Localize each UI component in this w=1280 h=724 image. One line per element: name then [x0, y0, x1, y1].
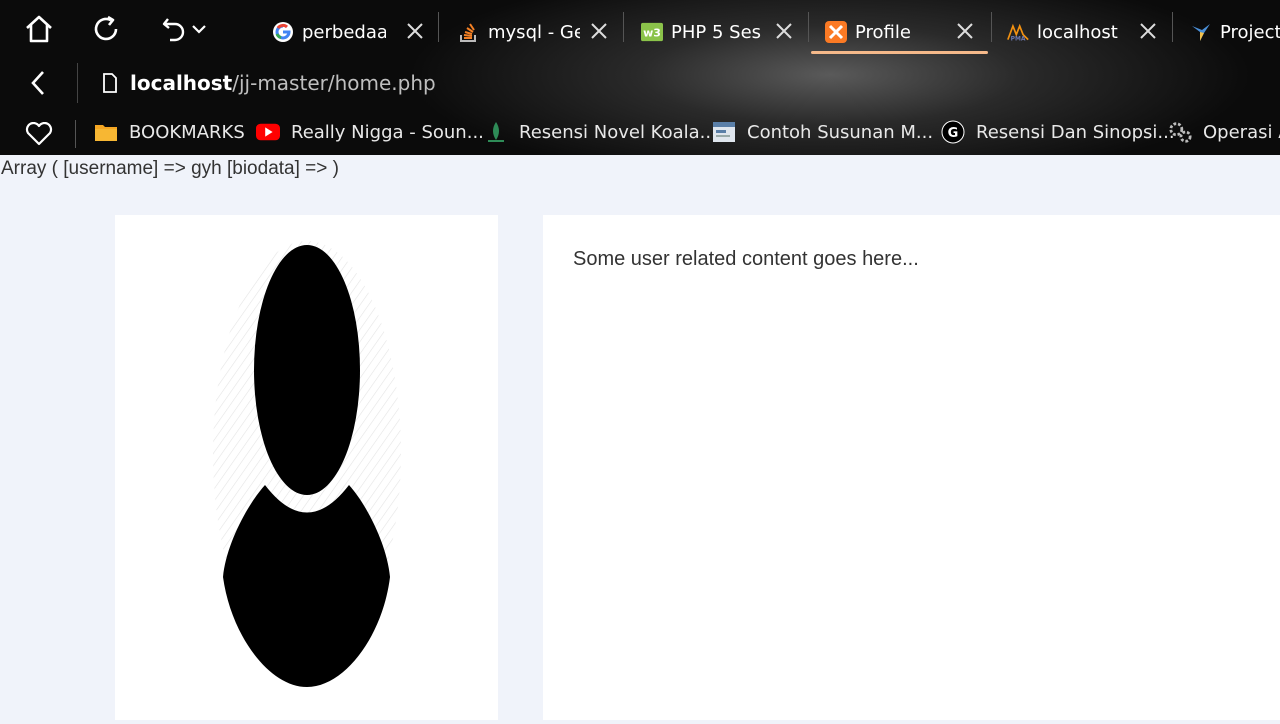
svg-text:PMA: PMA — [1011, 36, 1026, 42]
tab-separator — [808, 12, 809, 42]
bookmark-item[interactable]: Operasi A — [1168, 120, 1280, 144]
bookmark-item[interactable]: Resensi Novel Koala... — [484, 120, 717, 144]
gears-icon — [1168, 120, 1192, 144]
tab-localhost[interactable]: PMA localhost / — [1007, 10, 1167, 54]
bookmark-label: Resensi Dan Sinopsi... — [976, 121, 1175, 143]
tab-separator — [438, 12, 439, 42]
reload-icon — [94, 15, 118, 41]
folder-icon — [94, 120, 118, 144]
close-tab-icon[interactable] — [775, 22, 793, 45]
close-tab-icon[interactable] — [1139, 22, 1157, 45]
heart-icon — [25, 122, 53, 146]
bookmark-label: Operasi A — [1203, 121, 1280, 143]
tab-label: mysql - Get — [488, 21, 580, 43]
tab-label: Profile — [855, 21, 911, 43]
g-icon: G — [941, 120, 965, 144]
browser-chrome: perbedaan mysql - Get — [0, 0, 1280, 155]
tab-mysql[interactable]: mysql - Get — [458, 10, 618, 54]
content-card: Some user related content goes here... — [543, 215, 1280, 720]
address-url[interactable]: localhost/jj-master/home.php — [130, 71, 436, 95]
bookmark-folder[interactable]: BOOKMARKS — [94, 120, 245, 144]
divider — [77, 63, 78, 103]
svg-text:G: G — [948, 126, 959, 141]
svg-text:w3: w3 — [643, 27, 661, 40]
back-button[interactable] — [24, 67, 52, 99]
bookmark-item[interactable]: G Resensi Dan Sinopsi... — [941, 120, 1175, 144]
content-text: Some user related content goes here... — [573, 248, 919, 270]
debug-output: Array ( [username] => gyh [biodata] => ) — [1, 158, 339, 179]
bookmark-item[interactable]: Really Nigga - Soun... — [256, 120, 484, 144]
tab-label: localhost / — [1037, 21, 1123, 43]
url-path: /jj-master/home.php — [232, 71, 436, 95]
bird-icon — [1190, 21, 1212, 43]
bookmark-label: Resensi Novel Koala... — [519, 121, 717, 143]
tab-label: perbedaan — [302, 21, 386, 43]
tab-php-sessions[interactable]: w3 PHP 5 Sessi — [641, 10, 803, 54]
chevron-left-icon — [31, 71, 44, 95]
tab-separator — [623, 12, 624, 42]
xampp-icon — [825, 21, 847, 43]
home-button[interactable] — [22, 12, 56, 46]
home-icon — [26, 15, 52, 43]
tab-separator — [1172, 12, 1173, 42]
chevron-down-icon — [192, 25, 206, 34]
tab-profile[interactable]: Profile — [811, 10, 988, 54]
undo-icon — [162, 18, 185, 42]
reload-button[interactable] — [89, 12, 123, 46]
page-icon — [712, 120, 736, 144]
youtube-icon — [256, 120, 280, 144]
bookmark-item[interactable]: Contoh Susunan M... — [712, 120, 933, 144]
favorites-button[interactable] — [25, 121, 53, 147]
bookmark-label: BOOKMARKS — [129, 121, 245, 143]
bookmarks-bar: BOOKMARKS Really Nigga - Soun... Resensi… — [0, 112, 1280, 155]
tab-label: Projects — [1220, 21, 1280, 43]
close-tab-icon[interactable] — [406, 22, 424, 45]
avatar-icon — [213, 241, 401, 687]
tab-projects[interactable]: Projects — [1190, 10, 1280, 54]
tab-perbedaan[interactable]: perbedaan — [272, 10, 434, 54]
page-info-icon[interactable] — [100, 72, 120, 94]
bookmark-label: Really Nigga - Soun... — [291, 121, 484, 143]
tab-strip: perbedaan mysql - Get — [0, 0, 1280, 56]
bookmark-label: Contoh Susunan M... — [747, 121, 934, 143]
close-tab-icon[interactable] — [956, 22, 974, 45]
profile-card — [115, 215, 498, 720]
divider — [75, 120, 76, 148]
stackoverflow-icon — [458, 21, 480, 43]
address-bar-row: localhost/jj-master/home.php — [0, 57, 1280, 109]
google-icon — [272, 21, 294, 43]
site-icon — [484, 120, 508, 144]
tab-separator — [991, 12, 992, 42]
w3schools-icon: w3 — [641, 21, 663, 43]
undo-close-tab-button[interactable] — [157, 12, 211, 46]
url-host: localhost — [130, 71, 233, 95]
phpmyadmin-icon: PMA — [1007, 21, 1029, 43]
close-tab-icon[interactable] — [590, 22, 608, 45]
tab-label: PHP 5 Sessi — [671, 21, 761, 43]
